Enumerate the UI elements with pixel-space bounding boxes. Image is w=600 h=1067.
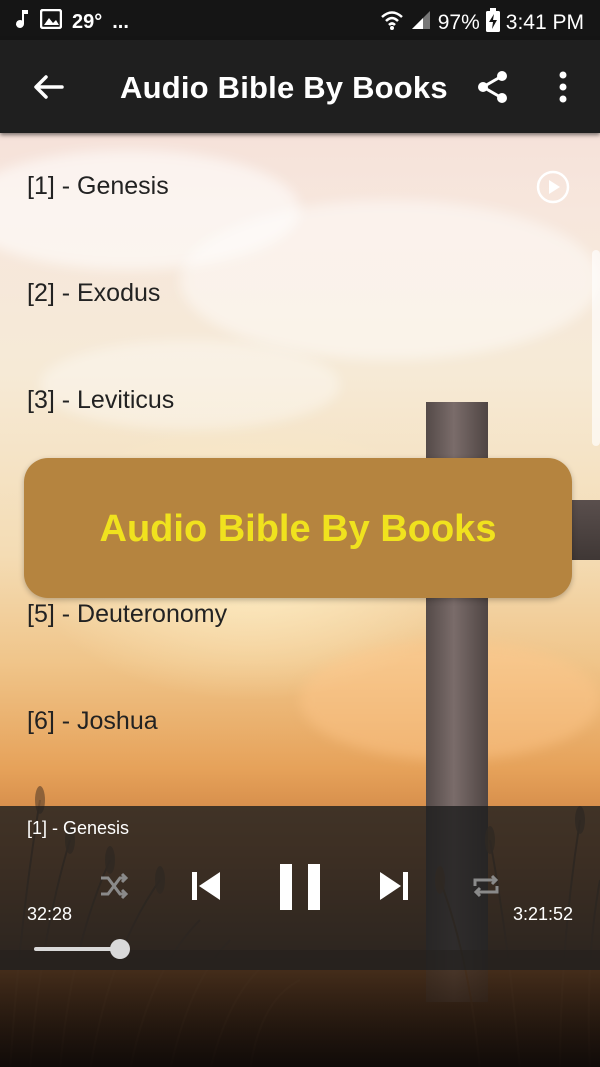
seek-thumb[interactable] <box>110 939 130 959</box>
clock: 3:41 PM <box>505 11 584 34</box>
skip-previous-icon[interactable] <box>188 868 224 904</box>
signal-icon <box>410 9 432 37</box>
now-playing-title: [1] - Genesis <box>27 818 130 838</box>
overflow-menu-button[interactable] <box>552 68 574 106</box>
repeat-icon[interactable] <box>470 870 502 902</box>
share-icon <box>478 71 507 103</box>
list-item-genesis[interactable]: [1] - Genesis <box>0 134 600 241</box>
page-title: Audio Bible By Books <box>120 70 448 105</box>
book-label: [5] - Deuteronomy <box>27 600 228 628</box>
seek-bar[interactable] <box>34 947 120 951</box>
skip-next-icon[interactable] <box>376 868 412 904</box>
arrow-left-icon <box>34 75 64 99</box>
battery-charging-icon <box>485 8 500 38</box>
book-label: [2] - Exodus <box>27 279 161 307</box>
pause-icon[interactable] <box>276 862 324 912</box>
image-icon <box>39 8 63 35</box>
list-item-joshua[interactable]: [6] - Joshua <box>0 669 600 776</box>
status-bar: 29° ... 97% 3:41 PM <box>0 0 600 40</box>
music-note-icon <box>14 8 30 36</box>
more-notifications: ... <box>112 10 129 33</box>
share-button[interactable] <box>474 68 512 106</box>
book-label: [1] - Genesis <box>27 172 169 200</box>
bottom-background <box>0 970 600 1067</box>
more-vertical-icon <box>559 71 567 103</box>
temperature: 29° <box>72 10 103 33</box>
app-bar: Audio Bible By Books <box>0 40 600 133</box>
play-circle-icon[interactable] <box>536 170 570 204</box>
battery-percent: 97% <box>437 11 480 34</box>
list-item-leviticus[interactable]: [3] - Leviticus <box>0 348 600 455</box>
total-time: 3:21:52 <box>512 904 573 924</box>
banner-text: Audio Bible By Books <box>99 508 497 550</box>
book-label: [6] - Joshua <box>27 707 158 735</box>
scrollbar[interactable] <box>592 250 600 446</box>
back-button[interactable] <box>28 67 68 107</box>
list-item-exodus[interactable]: [2] - Exodus <box>0 241 600 348</box>
wifi-icon <box>380 9 404 37</box>
title-banner: Audio Bible By Books <box>24 458 572 598</box>
shuffle-icon[interactable] <box>98 870 130 902</box>
elapsed-time: 32:28 <box>27 904 73 924</box>
audio-player: [1] - Genesis 32:28 3:21:52 <box>0 806 600 970</box>
book-label: [3] - Leviticus <box>27 386 175 414</box>
